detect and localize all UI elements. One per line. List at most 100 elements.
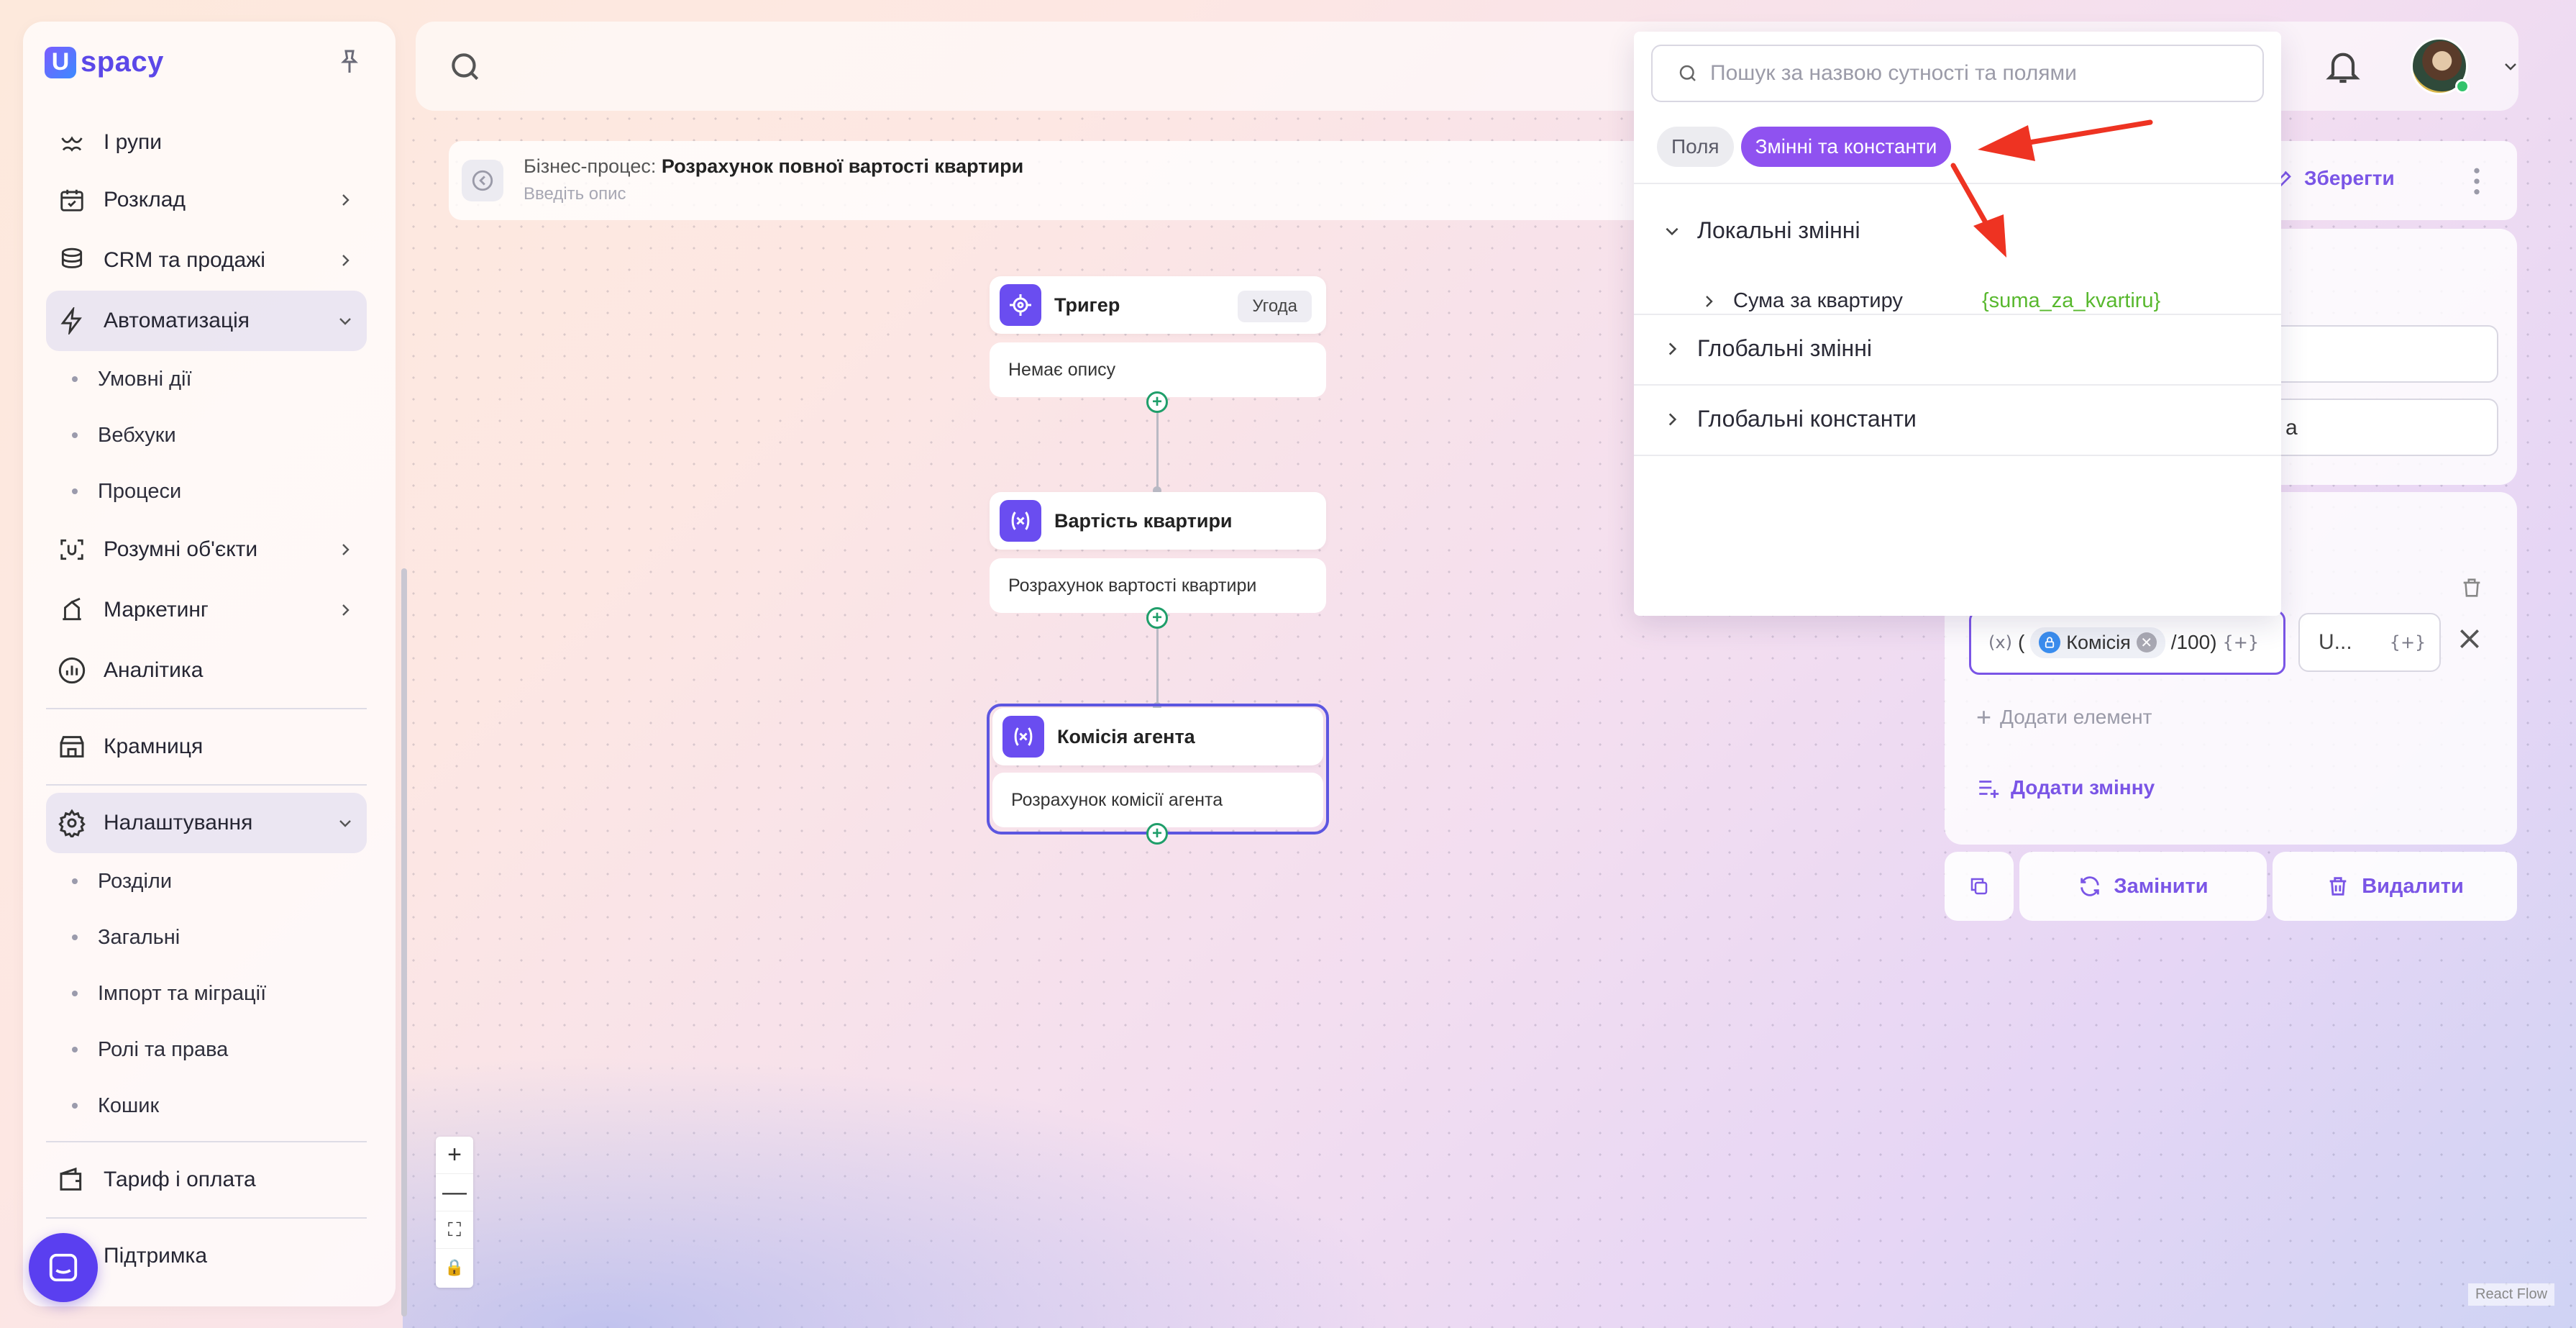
bullet xyxy=(72,934,78,940)
trash-icon[interactable] xyxy=(2459,576,2484,600)
react-flow-attribution[interactable]: React Flow xyxy=(2468,1283,2555,1306)
zoom-in-button[interactable]: + xyxy=(436,1137,473,1174)
sidebar-subitem-conditional-actions[interactable]: Умовні дії xyxy=(46,351,367,407)
chevron-down-icon xyxy=(1666,227,1678,235)
process-description-input[interactable]: Введіть опис xyxy=(524,184,626,204)
add-variable-label: Додати змінну xyxy=(2011,776,2155,799)
node-trigger-header[interactable]: Тригер Угода xyxy=(990,276,1326,334)
function-icon: (x) xyxy=(1988,632,2012,652)
sidebar-item-groups[interactable]: І рупи xyxy=(46,115,367,170)
search-icon[interactable] xyxy=(447,49,483,85)
sidebar-item-smart-objects[interactable]: Розумні об'єкти xyxy=(46,519,367,580)
sidebar-subitem-webhooks[interactable]: Вебхуки xyxy=(46,407,367,463)
chevron-right-icon xyxy=(342,604,350,616)
save-label: Зберегти xyxy=(2304,167,2395,189)
picker-search[interactable] xyxy=(1651,45,2264,102)
logo[interactable]: U spacy xyxy=(45,46,164,78)
chip-remove-icon[interactable]: ✕ xyxy=(2136,632,2157,652)
node-agent-commission-header[interactable]: Комісія агента xyxy=(992,708,1323,765)
sidebar-item-automation[interactable]: Автоматизація xyxy=(46,291,367,351)
lightning-icon xyxy=(56,305,88,337)
sidebar-subitem-processes[interactable]: Процеси xyxy=(46,463,367,519)
divider xyxy=(1634,384,2281,386)
annotation-arrow xyxy=(1978,119,2153,161)
chevron-right-icon xyxy=(342,194,350,206)
delete-button[interactable]: Видалити xyxy=(2273,852,2517,921)
sidebar-subitem-label: Ролі та права xyxy=(98,1037,229,1061)
duplicate-button[interactable] xyxy=(1945,852,2014,921)
save-button[interactable]: Зберегти xyxy=(2273,167,2395,190)
insert-variable-icon[interactable]: {+} xyxy=(2223,632,2260,652)
bullet xyxy=(72,1047,78,1052)
node-output-port[interactable]: + xyxy=(1146,391,1168,413)
close-icon[interactable] xyxy=(2455,624,2484,653)
sidebar-subitem-label: Імпорт та міграції xyxy=(98,981,267,1005)
sidebar-item-label: Тариф і оплата xyxy=(104,1168,256,1191)
group-global-variables[interactable]: Глобальні змінні xyxy=(1663,335,1872,362)
lock-button[interactable]: 🔒 xyxy=(436,1249,473,1286)
group-local-variables[interactable]: Локальні змінні xyxy=(1663,217,1860,244)
zoom-out-button[interactable]: — xyxy=(436,1174,473,1211)
sidebar-item-store[interactable]: Крамниця xyxy=(46,717,367,777)
tab-variables-constants[interactable]: Змінні та константи xyxy=(1740,127,1952,167)
unit-input[interactable]: U... {+} xyxy=(2298,613,2441,672)
picker-search-input[interactable] xyxy=(1710,61,2257,86)
formula-input[interactable]: (x) ( Комісія ✕ /100) {+} xyxy=(1969,610,2285,675)
field-chip[interactable]: Комісія ✕ xyxy=(2030,627,2165,658)
node-agent-commission-description[interactable]: Розрахунок комісії агента xyxy=(992,773,1323,827)
node-title: Вартість квартири xyxy=(1054,509,1233,532)
store-icon xyxy=(56,731,88,763)
bell-icon[interactable] xyxy=(2323,45,2363,88)
picker-tabs: Поля Змінні та константи xyxy=(1657,127,1952,167)
divider xyxy=(1634,455,2281,456)
group-global-constants[interactable]: Глобальні константи xyxy=(1663,406,1917,432)
add-variable-button[interactable]: Додати змінну xyxy=(1976,776,2155,800)
sidebar-item-label: І рупи xyxy=(104,130,163,154)
insert-variable-icon[interactable]: {+} xyxy=(2390,632,2426,652)
sidebar-subitem-label: Вебхуки xyxy=(98,423,176,447)
wallet-icon xyxy=(56,1164,88,1196)
sidebar-item-schedule[interactable]: Розклад xyxy=(46,170,367,230)
search-icon xyxy=(1679,65,1696,81)
sidebar-scrollbar[interactable] xyxy=(401,568,407,1316)
sidebar-item-analytics[interactable]: Аналітика xyxy=(46,640,367,701)
back-button[interactable] xyxy=(462,160,503,201)
replace-label: Замінити xyxy=(2114,874,2209,898)
node-apartment-cost-description[interactable]: Розрахунок вартості квартири xyxy=(990,558,1326,613)
node-field-input-2[interactable]: а xyxy=(2268,399,2498,456)
more-vertical-icon[interactable] xyxy=(2470,165,2484,197)
chat-launcher-button[interactable] xyxy=(29,1233,98,1302)
sidebar-subitem-roles[interactable]: Ролі та права xyxy=(46,1022,367,1078)
node-field-input[interactable] xyxy=(2268,325,2498,383)
variable-key[interactable]: {suma_za_kvartiru} xyxy=(1982,289,2160,313)
chat-icon xyxy=(49,1253,78,1282)
chevron-down-icon xyxy=(339,820,351,827)
back-arrow-icon xyxy=(472,170,493,191)
fit-view-button[interactable]: ⛶ xyxy=(436,1211,473,1249)
sidebar-item-label: Крамниця xyxy=(104,735,204,758)
node-output-port[interactable]: + xyxy=(1146,823,1168,845)
local-variable-item[interactable]: Сума за квартиру xyxy=(1700,289,1903,313)
replace-button[interactable]: Замінити xyxy=(2019,852,2267,921)
sidebar-divider xyxy=(46,708,367,709)
node-apartment-cost-header[interactable]: Вартість квартири xyxy=(990,492,1326,550)
groups-icon xyxy=(56,127,88,158)
chevron-down-icon[interactable] xyxy=(2500,58,2521,75)
sidebar-item-settings[interactable]: Налаштування xyxy=(46,793,367,853)
sidebar-subitem-trash[interactable]: Кошик xyxy=(46,1078,367,1134)
add-element-button[interactable]: + Додати елемент xyxy=(1976,702,2152,732)
online-status-dot xyxy=(2455,79,2470,94)
sidebar-item-crm[interactable]: CRM та продажі xyxy=(46,230,367,291)
tab-fields[interactable]: Поля xyxy=(1657,127,1734,167)
sidebar-subitem-import[interactable]: Імпорт та міграції xyxy=(46,965,367,1022)
node-trigger-description[interactable]: Немає опису xyxy=(990,342,1326,397)
process-name[interactable]: Розрахунок повної вартості квартири xyxy=(662,155,1023,177)
sidebar-item-marketing[interactable]: Маркетинг xyxy=(46,580,367,640)
sidebar-item-billing[interactable]: Тариф і оплата xyxy=(46,1150,367,1210)
sidebar-subitem-sections[interactable]: Розділи xyxy=(46,853,367,909)
sidebar-subitem-general[interactable]: Загальні xyxy=(46,909,367,965)
pin-icon[interactable] xyxy=(335,47,364,76)
node-output-port[interactable]: + xyxy=(1146,607,1168,629)
sidebar-subitem-label: Загальні xyxy=(98,925,181,949)
formula-tail: /100) xyxy=(2170,631,2217,653)
